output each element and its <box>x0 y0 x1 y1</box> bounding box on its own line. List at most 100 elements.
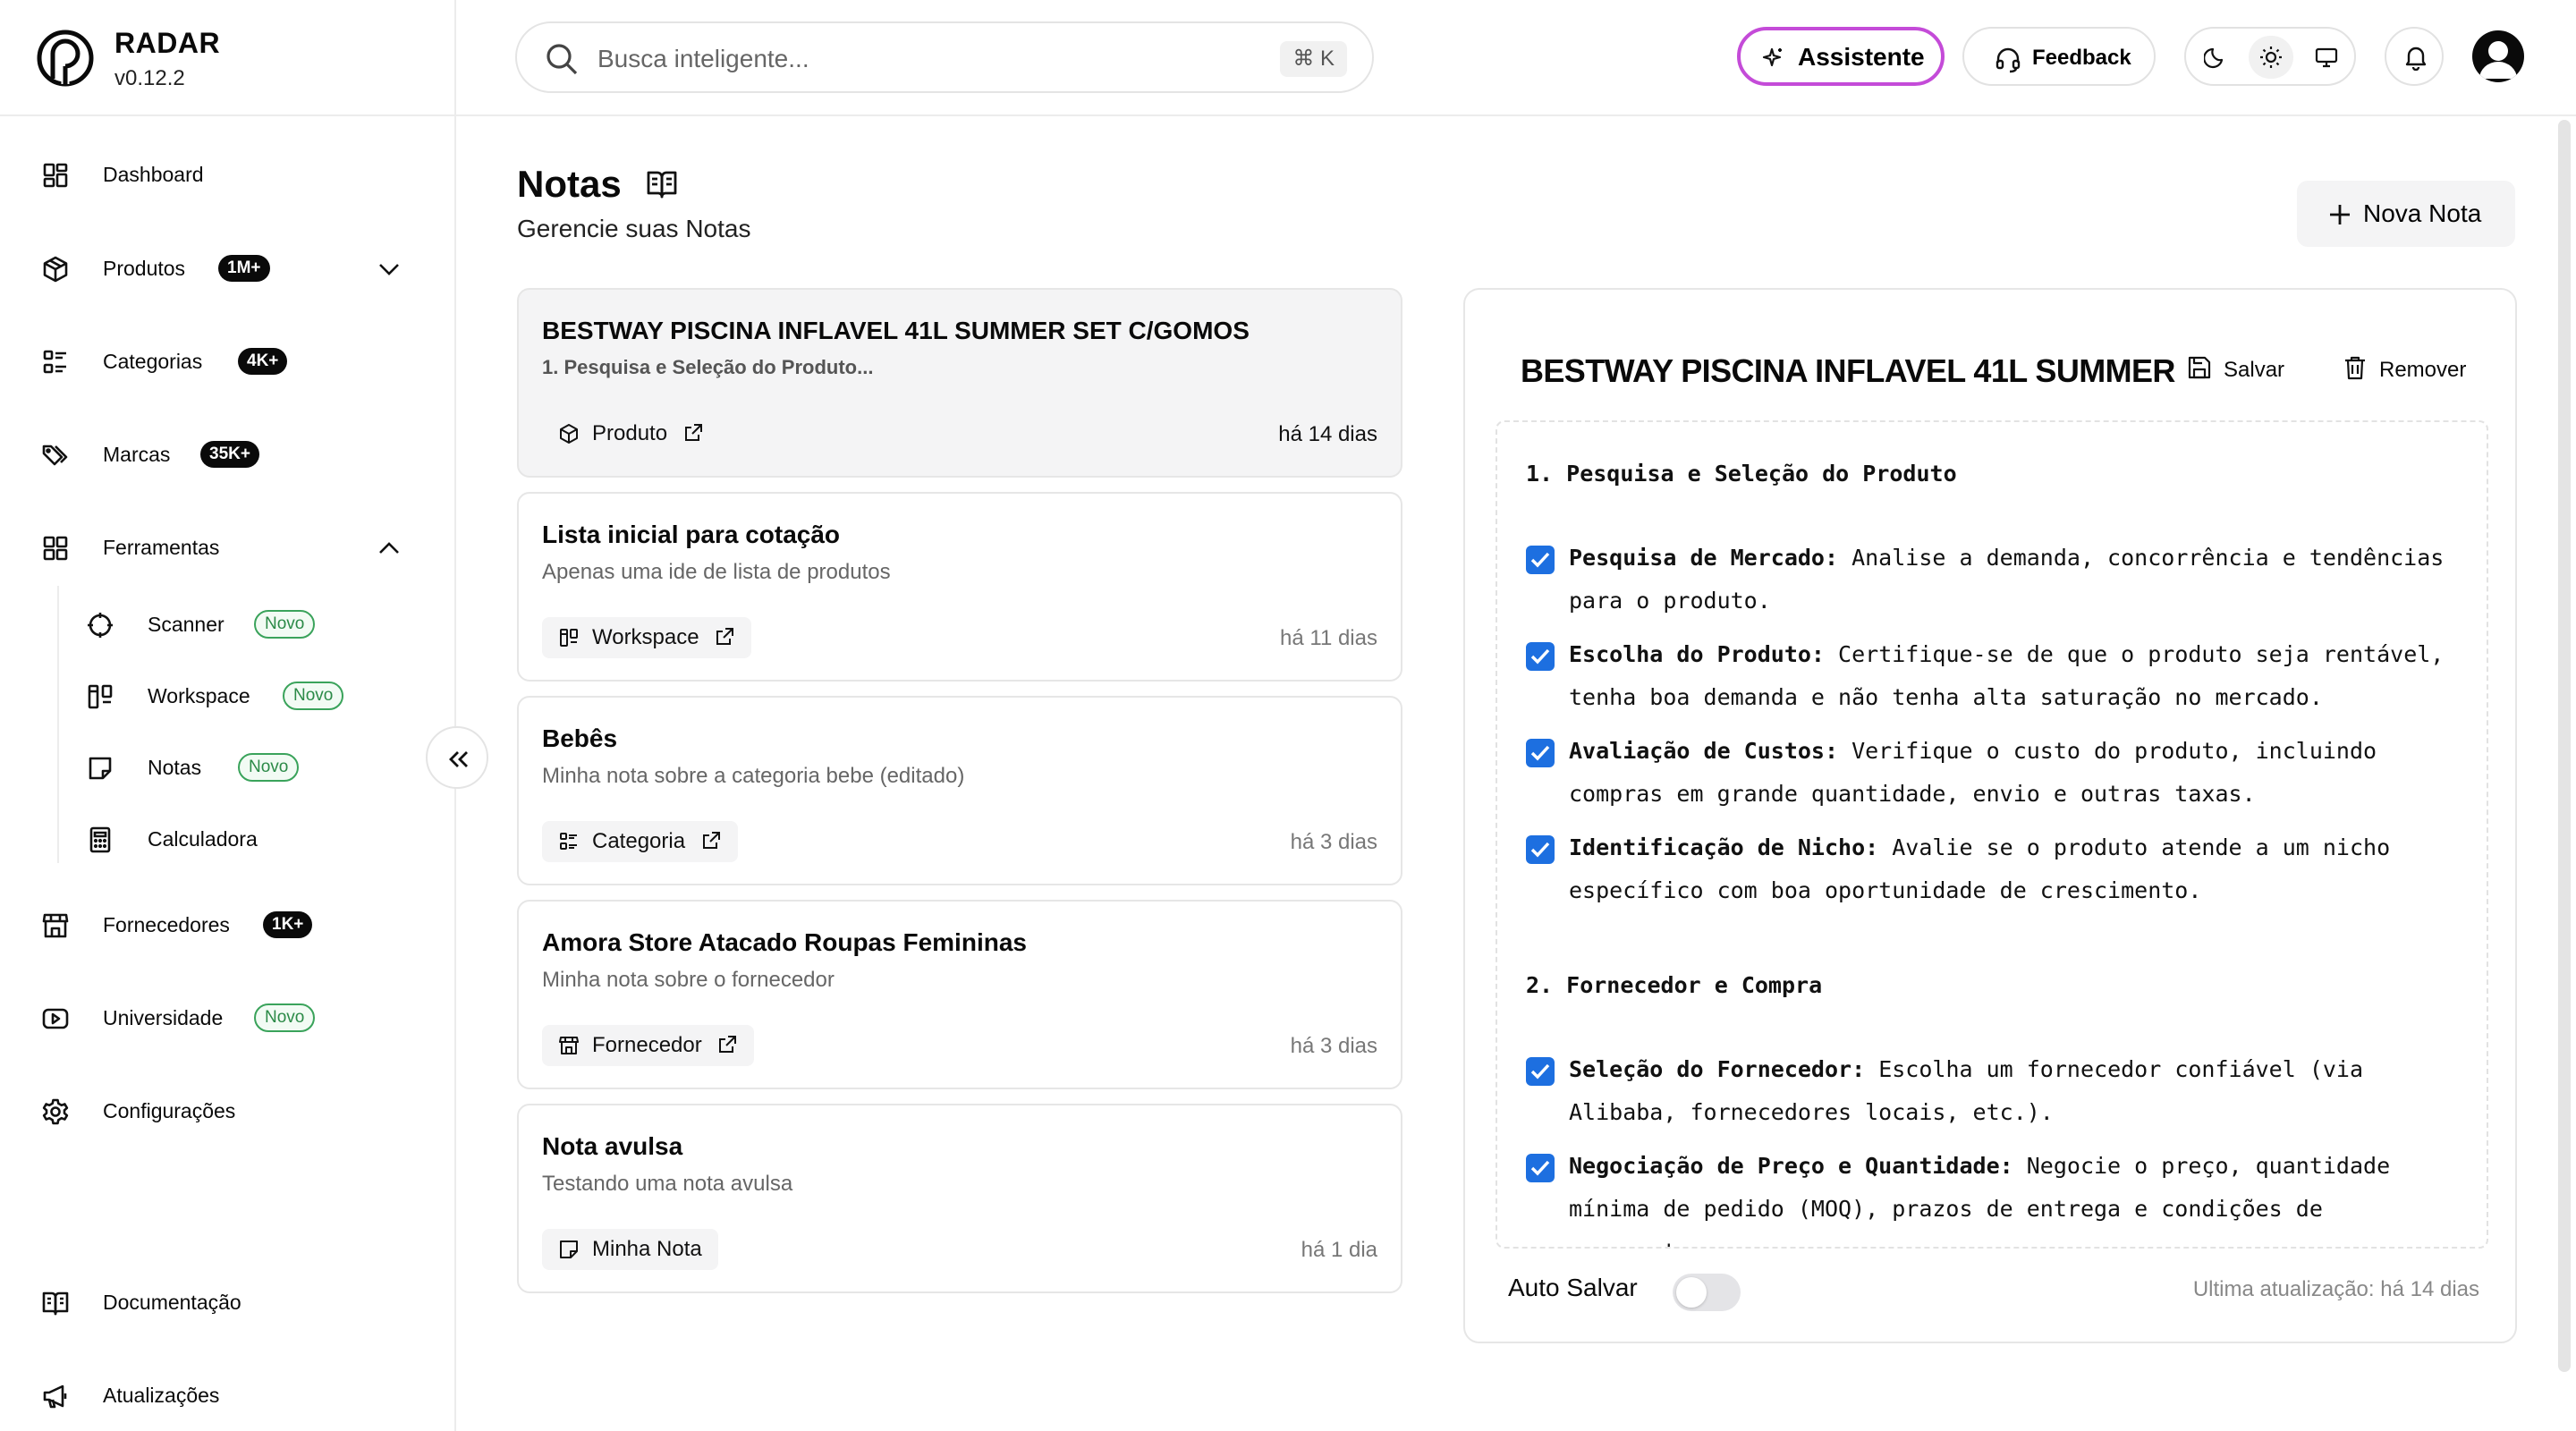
sidebar-item-universidade[interactable]: Universidade Novo <box>0 991 454 1045</box>
new-note-button[interactable]: Nova Nota <box>2297 181 2515 247</box>
count-badge: 35K+ <box>200 441 259 468</box>
note-description: Testando uma nota avulsa <box>542 1172 793 1196</box>
sidebar-item-fornecedores[interactable]: Fornecedores 1K+ <box>0 898 454 952</box>
plus-icon <box>2330 205 2350 224</box>
novo-badge: Novo <box>238 753 300 782</box>
autosave-label: Auto Salvar <box>1508 1274 1638 1301</box>
note-description: 1. Pesquisa e Seleção do Produto... <box>542 356 874 378</box>
count-badge: 4K+ <box>238 348 288 375</box>
sidebar-item-calculadora[interactable]: Calculadora <box>0 812 454 866</box>
theme-dark-button[interactable] <box>2193 36 2238 79</box>
sidebar-item-documentacao[interactable]: Documentação <box>0 1275 454 1329</box>
search-bar[interactable]: ⌘ K <box>515 21 1374 93</box>
sidebar-item-label: Calculadora <box>148 827 258 851</box>
sidebar-item-label: Ferramentas <box>103 536 220 559</box>
checkbox-checked[interactable] <box>1526 739 1555 767</box>
dashboard-icon <box>43 163 68 188</box>
sidebar-item-label: Categorias <box>103 350 203 373</box>
new-note-label: Nova Nota <box>2363 199 2482 227</box>
search-input[interactable] <box>597 39 1224 79</box>
sun-icon <box>2260 47 2282 68</box>
sidebar-item-configuracoes[interactable]: Configurações <box>0 1084 454 1138</box>
note-title: Bebês <box>542 724 618 752</box>
keyboard-shortcut: ⌘ K <box>1280 41 1347 77</box>
note-card[interactable]: Bebês Minha nota sobre a categoria bebe … <box>517 696 1402 885</box>
bell-icon <box>2405 47 2427 71</box>
editor-title: BESTWAY PISCINA INFLAVEL 41L SUMMER <box>1521 352 2175 389</box>
sidebar-item-notas[interactable]: Notas Novo <box>0 741 454 794</box>
sidebar-item-categorias[interactable]: Categorias 4K+ <box>0 334 454 388</box>
item-title: Escolha do Produto: <box>1569 641 1825 667</box>
avatar[interactable] <box>2472 30 2524 82</box>
sidebar-item-label: Atualizações <box>103 1384 220 1407</box>
list-tree-icon <box>560 833 577 850</box>
last-update-text: Ultima atualização: há 14 dias <box>2192 1277 2479 1301</box>
note-date: há 1 dia <box>1301 1238 1377 1262</box>
page-scrollbar[interactable] <box>2558 120 2571 1372</box>
sidebar-item-ferramentas[interactable]: Ferramentas <box>0 521 454 574</box>
checklist-item: Avaliação de Custos: Verifique o custo d… <box>1526 730 2456 816</box>
save-icon <box>2188 356 2211 379</box>
sidebar-item-scanner[interactable]: Scanner Novo <box>0 597 454 651</box>
note-tag-label: Categoria <box>592 829 686 853</box>
note-link-tag[interactable]: Minha Nota <box>542 1229 718 1270</box>
checkbox-checked[interactable] <box>1526 546 1555 574</box>
note-date: há 3 dias <box>1290 830 1377 854</box>
autosave-toggle[interactable] <box>1673 1274 1741 1311</box>
theme-light-button[interactable] <box>2249 36 2293 79</box>
check-icon <box>1530 745 1550 761</box>
notifications-button[interactable] <box>2385 27 2444 86</box>
note-card[interactable]: Amora Store Atacado Roupas Femininas Min… <box>517 900 1402 1089</box>
book-open-icon[interactable] <box>646 168 678 200</box>
note-link-tag[interactable]: Categoria <box>542 821 738 862</box>
note-title: BESTWAY PISCINA INFLAVEL 41L SUMMER SET … <box>542 317 1250 344</box>
section-heading: 2. Fornecedor e Compra <box>1526 972 1823 998</box>
sidebar-item-marcas[interactable]: Marcas 35K+ <box>0 428 454 481</box>
sidebar-item-label: Marcas <box>103 443 171 466</box>
assistant-button[interactable]: Assistente <box>1737 27 1945 86</box>
sparkles-icon <box>1762 47 1782 67</box>
store-icon <box>559 1037 579 1054</box>
count-badge: 1M+ <box>218 255 270 282</box>
note-card[interactable]: BESTWAY PISCINA INFLAVEL 41L SUMMER SET … <box>517 288 1402 478</box>
external-link-icon <box>702 831 720 849</box>
note-tag-label: Minha Nota <box>592 1237 702 1261</box>
collapse-sidebar-button[interactable] <box>426 726 488 789</box>
sidebar-item-workspace[interactable]: Workspace Novo <box>0 669 454 723</box>
item-title: Pesquisa de Mercado: <box>1569 545 1839 571</box>
note-date: há 14 dias <box>1278 422 1377 446</box>
note-tag-label: Produto <box>592 421 668 445</box>
novo-badge: Novo <box>254 610 316 639</box>
checkbox-checked[interactable] <box>1526 1154 1555 1182</box>
note-link-tag[interactable]: Produto <box>542 413 720 454</box>
book-open-icon <box>42 1291 69 1316</box>
sticky-note-icon <box>560 1240 578 1258</box>
note-card[interactable]: Lista inicial para cotação Apenas uma id… <box>517 492 1402 682</box>
check-icon <box>1530 1160 1550 1176</box>
note-link-tag[interactable]: Fornecedor <box>542 1025 755 1066</box>
feedback-button[interactable]: Feedback <box>1962 27 2156 86</box>
sidebar-item-produtos[interactable]: Produtos 1M+ <box>0 241 454 295</box>
item-title: Identificação de Nicho: <box>1569 834 1879 860</box>
headset-icon <box>1996 47 2021 73</box>
radar-logo-icon <box>37 30 94 87</box>
editor-content-area[interactable]: 1. Pesquisa e Seleção do Produto Pesquis… <box>1496 420 2488 1249</box>
note-link-tag[interactable]: Workspace <box>542 617 752 658</box>
chevron-up-icon[interactable] <box>376 535 402 562</box>
theme-system-button[interactable] <box>2304 36 2349 79</box>
checkbox-checked[interactable] <box>1526 642 1555 671</box>
note-date: há 11 dias <box>1280 626 1377 650</box>
sidebar-item-dashboard[interactable]: Dashboard <box>0 148 454 201</box>
sticky-note-icon <box>89 757 112 780</box>
checkbox-checked[interactable] <box>1526 835 1555 864</box>
note-card[interactable]: Nota avulsa Testando uma nota avulsa Min… <box>517 1104 1402 1293</box>
user-icon <box>2479 41 2517 79</box>
gear-icon <box>42 1098 69 1125</box>
sidebar-item-atualizacoes[interactable]: Atualizações <box>0 1368 454 1422</box>
note-description: Minha nota sobre a categoria bebe (edita… <box>542 764 965 788</box>
item-title: Avaliação de Custos: <box>1569 738 1839 764</box>
editor-content: 1. Pesquisa e Seleção do Produto Pesquis… <box>1526 453 2456 1247</box>
chevron-down-icon[interactable] <box>376 256 402 283</box>
checkbox-checked[interactable] <box>1526 1057 1555 1086</box>
brand-version: v0.12.2 <box>114 66 185 90</box>
